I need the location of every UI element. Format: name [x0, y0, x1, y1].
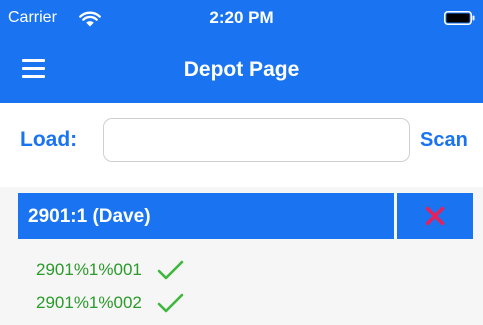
page-title: Depot Page [183, 58, 300, 81]
scan-button[interactable]: Scan [420, 129, 468, 152]
item-label: 2901%1%002 [36, 293, 142, 312]
load-header-label: 2901:1 (Dave) [28, 206, 151, 227]
status-bar: Carrier 2:20 PM [0, 0, 483, 38]
list-item[interactable]: 2901%1%002 [36, 292, 184, 316]
list-item[interactable]: 2901%1%001 [36, 259, 184, 283]
delete-load-button[interactable] [397, 193, 473, 239]
load-header[interactable]: 2901:1 (Dave) [18, 193, 394, 239]
clock: 2:20 PM [209, 8, 274, 27]
load-input[interactable] [103, 118, 410, 162]
checkmark-icon [157, 260, 183, 280]
load-label: Load: [20, 128, 78, 151]
item-label: 2901%1%001 [36, 260, 142, 279]
depot-screen: Carrier 2:20 PM Depot Page Load: Scan 29… [0, 0, 483, 325]
load-header-row: 2901:1 (Dave) [18, 193, 473, 239]
header: Carrier 2:20 PM Depot Page [0, 0, 483, 103]
nav-bar: Depot Page [0, 38, 483, 103]
checkmark-icon [157, 293, 183, 313]
battery-icon [444, 11, 475, 25]
delete-x-icon [425, 206, 445, 226]
